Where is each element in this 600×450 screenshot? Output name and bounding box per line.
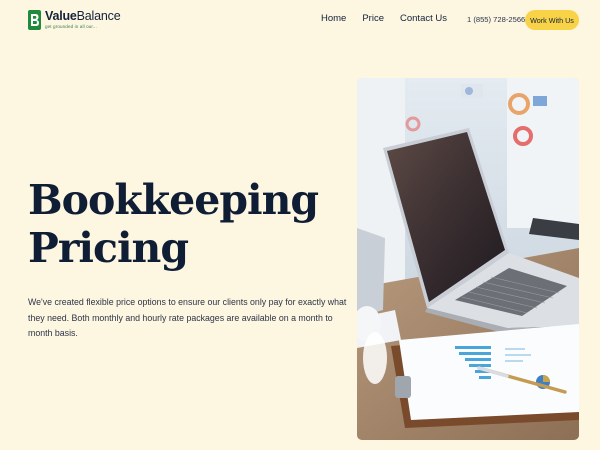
page-title-line-2: Pricing <box>28 224 189 272</box>
hero-description: We've created flexible price options to … <box>28 297 347 338</box>
page-title: Bookkeeping Pricing <box>28 176 328 272</box>
phone-number[interactable]: 1 (855) 728-2566 <box>467 15 525 25</box>
page-title-line-1: Bookkeeping <box>28 176 319 224</box>
brand-tagline: get grounded in all our... <box>45 24 97 29</box>
main-nav: Home Price Contact Us <box>321 13 463 25</box>
nav-contact-link[interactable]: Contact Us <box>400 13 447 25</box>
nav-price-link[interactable]: Price <box>362 13 384 25</box>
work-with-us-button[interactable]: Work With Us <box>525 10 579 30</box>
value-balance-logo-icon <box>28 10 41 30</box>
brand-name: ValueBalance <box>45 9 121 23</box>
brand-logo[interactable]: ValueBalance get grounded in all our... <box>28 9 121 31</box>
nav-home-link[interactable]: Home <box>321 13 346 25</box>
site-header: ValueBalance get grounded in all our... … <box>0 0 600 40</box>
hero-photo <box>357 78 579 440</box>
laptop-desk-illustration <box>357 78 579 440</box>
